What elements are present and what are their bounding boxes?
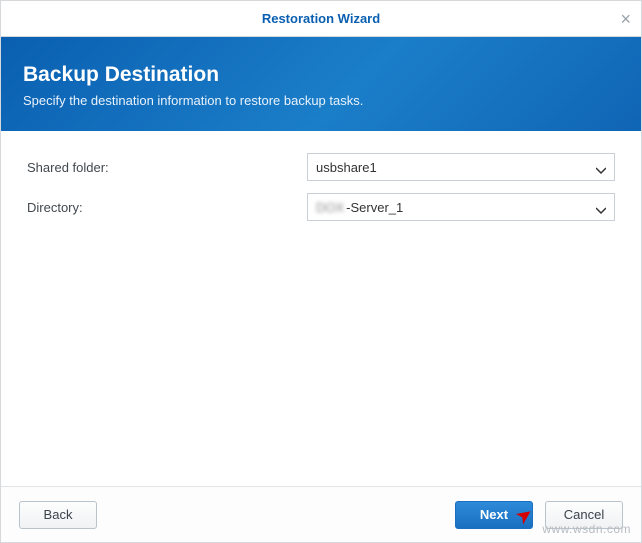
page-title: Backup Destination (23, 63, 619, 87)
back-button[interactable]: Back (19, 501, 97, 529)
chevron-down-icon (596, 203, 606, 218)
directory-label: Directory: (27, 200, 307, 215)
shared-folder-label: Shared folder: (27, 160, 307, 175)
banner: Backup Destination Specify the destinati… (1, 37, 641, 131)
close-icon[interactable]: × (620, 1, 631, 37)
window-title: Restoration Wizard (1, 11, 641, 26)
page-subtitle: Specify the destination information to r… (23, 93, 619, 108)
shared-folder-select[interactable]: usbshare1 (307, 153, 615, 181)
next-button[interactable]: Next (455, 501, 533, 529)
cancel-button[interactable]: Cancel (545, 501, 623, 529)
chevron-down-icon (596, 163, 606, 178)
shared-folder-row: Shared folder: usbshare1 (27, 153, 615, 181)
form-area: Shared folder: usbshare1 Directory: DOX-… (1, 131, 641, 255)
shared-folder-value: usbshare1 (316, 160, 377, 175)
directory-row: Directory: DOX-Server_1 (27, 193, 615, 221)
footer: Back Next Cancel (1, 486, 641, 542)
titlebar: Restoration Wizard × (1, 1, 641, 37)
directory-select[interactable]: DOX-Server_1 (307, 193, 615, 221)
directory-value: DOX-Server_1 (316, 200, 403, 215)
